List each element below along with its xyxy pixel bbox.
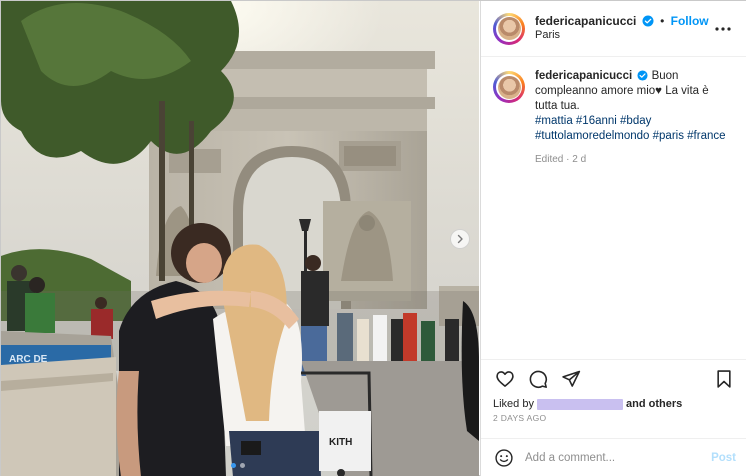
verified-badge-icon	[642, 15, 654, 27]
profile-picture	[497, 17, 521, 40]
caption-body: federicapanicucci Buon compleanno amore …	[535, 69, 735, 166]
share-button[interactable]	[559, 367, 583, 391]
hashtags-line-2[interactable]: #tuttolamoredelmondo #paris #france	[535, 129, 735, 144]
carousel-dot-active	[231, 463, 236, 468]
likes-prefix: Liked by	[493, 398, 534, 410]
username-link[interactable]: federicapanicucci	[535, 14, 636, 28]
emoji-button[interactable]	[493, 447, 515, 469]
caption-text-2: compleanno amore mio	[535, 84, 656, 97]
save-button[interactable]	[712, 367, 736, 391]
carousel-indicators	[231, 463, 245, 468]
more-horizontal-icon	[715, 26, 731, 31]
redacted-username	[536, 398, 623, 410]
caption-text-1: Buon	[651, 70, 679, 82]
heart-icon	[496, 371, 514, 387]
avatar[interactable]	[493, 12, 525, 45]
comment-bar: Post	[481, 438, 746, 476]
post-caption: federicapanicucci Buon compleanno amore …	[481, 57, 746, 166]
actions-area: Liked by and others 2 DAYS AGO	[481, 359, 746, 423]
more-options-button[interactable]	[711, 17, 735, 41]
comment-button[interactable]	[526, 367, 550, 391]
caption-text-3: La vita è	[662, 84, 709, 97]
likes-summary: Liked by and others	[481, 398, 746, 410]
caption-avatar[interactable]	[493, 71, 525, 103]
comment-icon	[529, 370, 548, 389]
action-bar	[481, 360, 746, 398]
location-link[interactable]: Paris	[535, 29, 711, 43]
heart-emoji: ♥	[655, 84, 662, 97]
post-sidebar: federicapanicucci • Follow Paris federic…	[480, 1, 746, 476]
profile-picture	[497, 75, 521, 99]
follow-button[interactable]: Follow	[671, 14, 709, 28]
post-header: federicapanicucci • Follow Paris	[481, 1, 746, 57]
post-comment-button[interactable]: Post	[711, 452, 736, 464]
carousel-next-button[interactable]	[450, 229, 470, 249]
post-timestamp: 2 DAYS AGO	[493, 413, 547, 423]
verified-badge-icon	[637, 70, 648, 81]
comment-input[interactable]	[525, 452, 712, 464]
photo-scene: ARC DE KITH	[1, 1, 479, 476]
instagram-post-view: ARC DE KITH federicapanicucci • Follow P…	[0, 0, 746, 476]
header-text: federicapanicucci • Follow Paris	[535, 14, 711, 43]
hashtags-line-1[interactable]: #mattia #16anni #bday	[535, 114, 735, 129]
caption-text-4: tutta tua.	[535, 99, 580, 112]
post-photo[interactable]: ARC DE KITH	[1, 1, 479, 476]
edited-timestamp: Edited · 2 d	[535, 153, 587, 165]
likes-others-link[interactable]: and others	[626, 398, 682, 410]
svg-text:KITH: KITH	[329, 437, 352, 448]
like-button[interactable]	[493, 367, 517, 391]
send-icon	[562, 370, 581, 387]
emoji-icon	[495, 449, 513, 467]
chevron-right-icon	[457, 234, 463, 244]
bookmark-icon	[717, 370, 731, 388]
caption-username[interactable]: federicapanicucci	[535, 70, 632, 82]
separator-dot: •	[660, 14, 665, 29]
carousel-dot	[240, 463, 245, 468]
